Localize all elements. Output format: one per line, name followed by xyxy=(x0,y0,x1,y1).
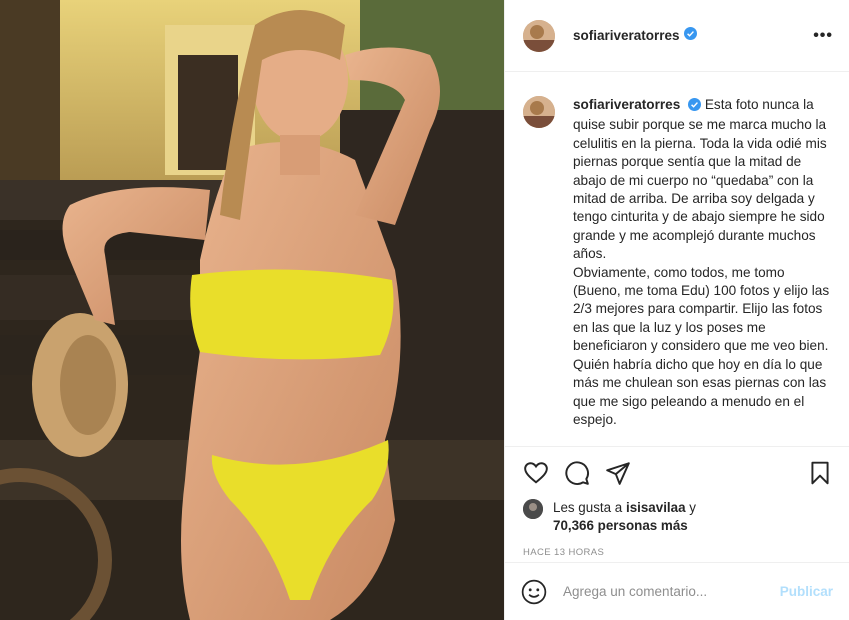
comment-input[interactable] xyxy=(561,583,780,600)
caption-avatar[interactable] xyxy=(523,96,555,128)
liker-avatar[interactable] xyxy=(523,499,543,519)
caption-area: sofiariveratorres Esta foto nunca la qui… xyxy=(505,72,849,446)
author-username[interactable]: sofiariveratorres xyxy=(573,28,680,43)
author-avatar[interactable] xyxy=(523,19,555,52)
caption-username[interactable]: sofiariveratorres xyxy=(573,97,680,112)
emoji-icon[interactable] xyxy=(521,579,547,605)
verified-badge-icon xyxy=(683,26,697,45)
likes-prefix: Les gusta a xyxy=(553,500,626,515)
instagram-post: sofiariveratorres ••• sofiariveratorres … xyxy=(0,0,849,620)
caption-text-block: sofiariveratorres Esta foto nunca la qui… xyxy=(573,96,833,446)
more-options-icon[interactable]: ••• xyxy=(813,27,833,45)
publish-button[interactable]: Publicar xyxy=(780,584,833,599)
liker-username[interactable]: isisavilaa xyxy=(626,500,686,515)
post-timestamp[interactable]: HACE 13 HORAS xyxy=(523,547,833,558)
post-side-panel: sofiariveratorres ••• sofiariveratorres … xyxy=(504,0,849,620)
action-icons xyxy=(523,459,833,487)
comment-icon[interactable] xyxy=(564,460,590,486)
post-header: sofiariveratorres ••• xyxy=(505,0,849,72)
post-photo[interactable] xyxy=(0,0,504,620)
likes-summary: Les gusta a isisavilaa y 70,366 personas… xyxy=(523,499,833,535)
caption-text: Esta foto nunca la quise subir porque se… xyxy=(573,97,830,427)
send-icon[interactable] xyxy=(605,460,631,486)
likes-middle: y xyxy=(685,500,696,515)
post-actions: Les gusta a isisavilaa y 70,366 personas… xyxy=(505,446,849,558)
heart-icon[interactable] xyxy=(523,460,549,486)
photo-illustration xyxy=(0,0,504,620)
comment-bar: Publicar xyxy=(505,562,849,620)
bookmark-icon[interactable] xyxy=(807,460,833,486)
verified-badge-icon xyxy=(688,98,702,116)
bikini-top xyxy=(190,269,394,360)
likes-count[interactable]: 70,366 personas más xyxy=(553,518,688,533)
likes-text: Les gusta a isisavilaa y 70,366 personas… xyxy=(553,499,696,535)
